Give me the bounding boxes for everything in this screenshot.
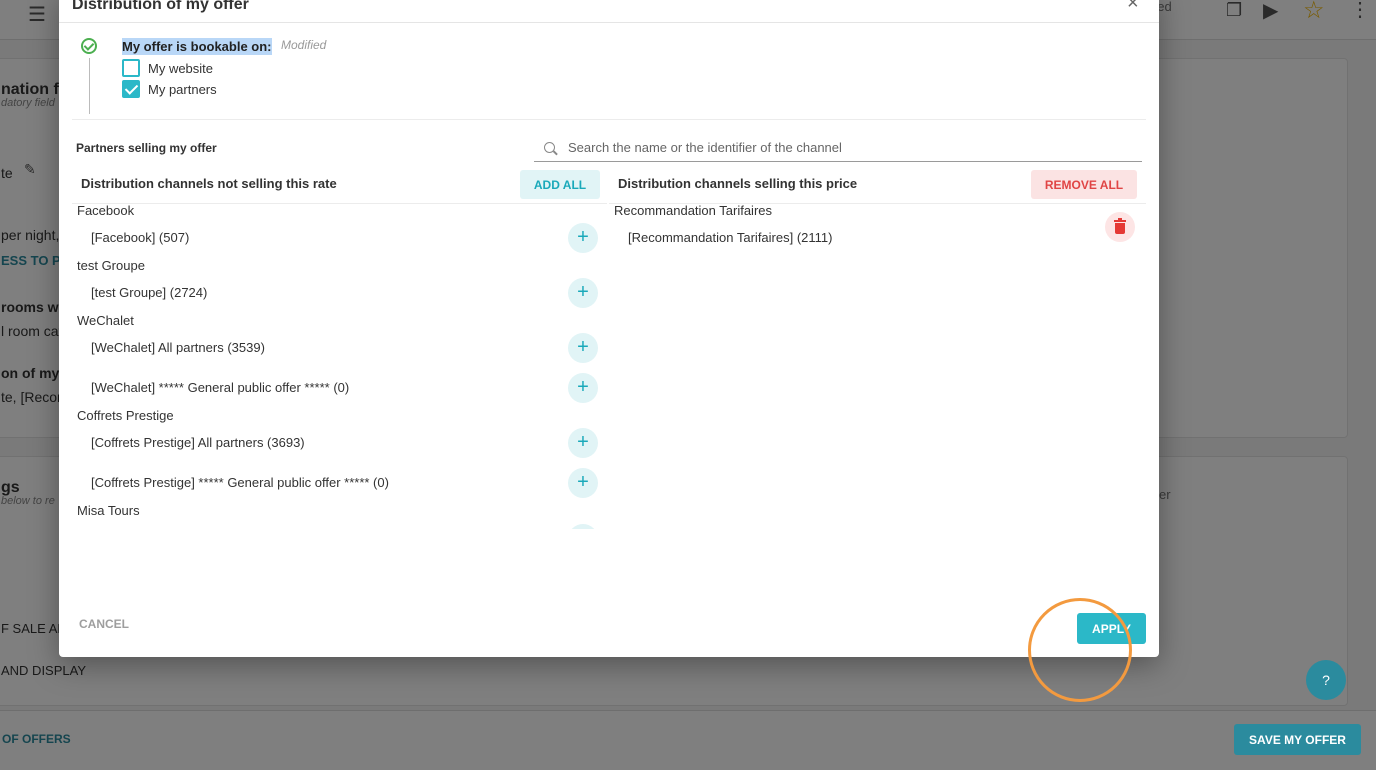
channel-item: [Recommandation Tarifaires] (2111): [628, 230, 833, 245]
add-channel-button[interactable]: +: [568, 373, 598, 403]
group-name: Misa Tours: [77, 503, 140, 518]
add-channel-button[interactable]: +: [568, 524, 598, 529]
click-indicator-ring: [1028, 598, 1132, 702]
search-input[interactable]: [568, 140, 1128, 155]
divider: [59, 22, 1159, 23]
channel-item: [Coffrets Prestige] All partners (3693): [91, 435, 305, 450]
add-channel-button[interactable]: +: [568, 333, 598, 363]
modified-tag: Modified: [281, 38, 327, 52]
website-checkbox[interactable]: [122, 59, 140, 77]
bookable-label: My offer is bookable on:: [122, 38, 272, 55]
partners-checkbox-label[interactable]: My partners: [148, 82, 217, 97]
save-offer-button[interactable]: SAVE MY OFFER: [1234, 724, 1361, 755]
available-channels-list[interactable]: Facebook [Facebook] (507) + test Groupe …: [72, 203, 607, 529]
selling-channels-list[interactable]: Recommandation Tarifaires [Recommandatio…: [609, 203, 1139, 529]
group-name: Coffrets Prestige: [77, 408, 174, 423]
website-checkbox-label[interactable]: My website: [148, 61, 213, 76]
add-channel-button[interactable]: +: [568, 428, 598, 458]
search-field: [534, 136, 1142, 162]
add-channel-button[interactable]: +: [568, 223, 598, 253]
cancel-button[interactable]: CANCEL: [79, 617, 129, 631]
remove-channel-button[interactable]: [1105, 212, 1135, 242]
modal-title: Distribution of my offer: [72, 0, 249, 13]
trash-icon: [1115, 223, 1125, 234]
right-column-header: Distribution channels selling this price: [618, 176, 858, 191]
left-column-header: Distribution channels not selling this r…: [81, 176, 337, 191]
group-name: Recommandation Tarifaires: [614, 203, 772, 218]
divider: [72, 119, 1146, 120]
search-icon: [544, 142, 555, 153]
help-button[interactable]: ?: [1306, 660, 1346, 700]
group-name: test Groupe: [77, 258, 145, 273]
group-name: Facebook: [77, 203, 135, 218]
add-all-button[interactable]: ADD ALL: [520, 170, 600, 199]
check-circle-icon: [81, 38, 97, 54]
remove-all-button[interactable]: REMOVE ALL: [1031, 170, 1137, 199]
group-name: WeChalet: [77, 313, 134, 328]
close-icon[interactable]: ×: [1127, 0, 1139, 15]
add-channel-button[interactable]: +: [568, 278, 598, 308]
distribution-modal: Distribution of my offer × My offer is b…: [59, 0, 1159, 657]
channel-item: [Coffrets Prestige] ***** General public…: [91, 475, 389, 490]
divider: [89, 58, 90, 114]
trash-icon: [1114, 220, 1126, 222]
partners-checkbox[interactable]: [122, 80, 140, 98]
channel-item: [WeChalet] All partners (3539): [91, 340, 265, 355]
channel-item: [test Groupe] (2724): [91, 285, 208, 300]
channel-item: [Facebook] (507): [91, 230, 190, 245]
add-channel-button[interactable]: +: [568, 468, 598, 498]
channel-item: [WeChalet] ***** General public offer **…: [91, 380, 350, 395]
partners-title: Partners selling my offer: [76, 141, 217, 155]
